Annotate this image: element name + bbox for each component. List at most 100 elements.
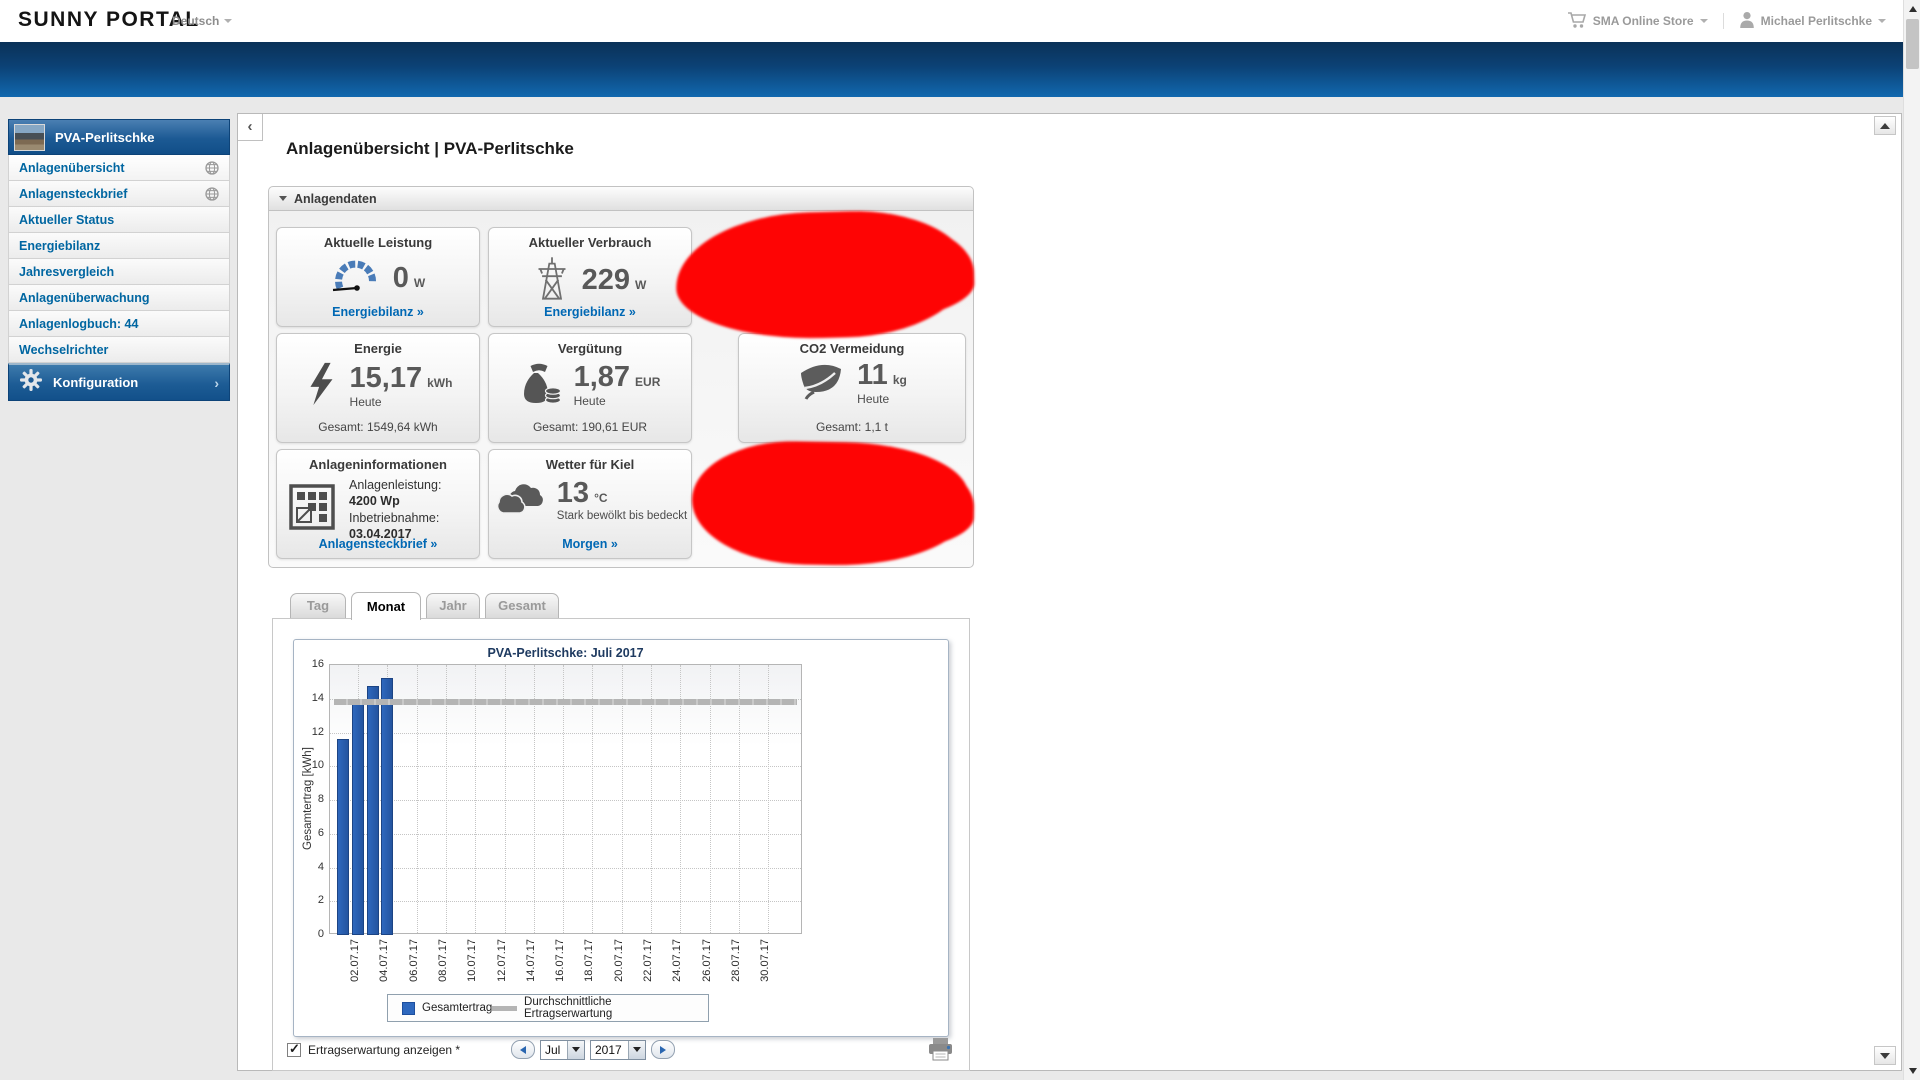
scrollbar-thumb[interactable] — [1906, 19, 1919, 69]
v-gridline — [563, 665, 564, 933]
arrow-down-icon — [1909, 1068, 1917, 1074]
panel-header[interactable]: Anlagendaten — [268, 186, 974, 211]
scrollbar-down-arrow[interactable] — [1904, 1062, 1920, 1080]
page-title: Anlagenübersicht | PVA-Perlitschke — [286, 139, 574, 159]
expectation-line — [334, 699, 797, 705]
tile-value: 229 — [582, 266, 630, 295]
y-tick-label: 4 — [298, 861, 324, 873]
morgen-link[interactable]: Morgen » — [489, 537, 691, 551]
user-icon — [1739, 11, 1755, 31]
sidebar-item-anlagenlogbuch-44[interactable]: Anlagenlogbuch: 44 — [8, 311, 230, 337]
tab-monat[interactable]: Monat — [351, 592, 421, 620]
collapse-sidebar-button[interactable] — [238, 114, 263, 141]
arrow-up-icon — [1909, 6, 1917, 12]
tile-sub: Heute — [857, 392, 889, 406]
tile-title: Vergütung — [489, 341, 691, 356]
tile-unit: EUR — [635, 375, 660, 389]
tab-gesamt[interactable]: Gesamt — [485, 593, 559, 618]
tab-tag[interactable]: Tag — [290, 593, 346, 618]
redaction-blob — [691, 440, 969, 568]
tile-title: Aktueller Verbrauch — [489, 235, 691, 250]
x-tick-label: 08.07.17 — [437, 939, 449, 982]
scrollbar-up-arrow[interactable] — [1904, 0, 1920, 18]
sidebar-item-anlagen-bersicht[interactable]: Anlagenübersicht — [8, 155, 230, 181]
chart-bar — [367, 686, 379, 935]
x-tick-label: 06.07.17 — [408, 939, 420, 982]
dropdown-button — [628, 1041, 645, 1059]
language-label: Deutsch — [172, 14, 219, 28]
store-menu[interactable]: SMA Online Store — [1567, 11, 1708, 32]
month-value: Jul — [541, 1043, 567, 1057]
leaf-icon — [797, 361, 845, 406]
chevron-down-icon — [224, 19, 232, 23]
sidebar-item-anlagen-berwachung[interactable]: Anlagenüberwachung — [8, 285, 230, 311]
tile-title: CO2 Vermeidung — [739, 341, 965, 356]
v-gridline — [505, 665, 506, 933]
chart-plot — [329, 664, 802, 934]
globe-icon — [205, 187, 219, 201]
plant-selector[interactable]: PVA-Perlitschke — [8, 119, 230, 155]
sidebar-item-konfiguration[interactable]: Konfiguration › — [8, 363, 230, 401]
chevron-down-icon — [633, 1047, 641, 1052]
v-gridline — [680, 665, 681, 933]
y-tick-label: 16 — [298, 658, 324, 670]
sidebar-item-anlagensteckbrief[interactable]: Anlagensteckbrief — [8, 181, 230, 207]
next-month-button[interactable] — [651, 1040, 675, 1059]
h-gridline — [330, 800, 801, 801]
tile-value: 1,87 — [574, 363, 630, 392]
tile-title: Wetter für Kiel — [489, 457, 691, 472]
chart-bar — [381, 678, 393, 935]
x-tick-label: 14.07.17 — [525, 939, 537, 982]
period-tabs: TagMonatJahrGesamt — [290, 591, 559, 619]
tab-jahr[interactable]: Jahr — [426, 593, 480, 618]
chart-legend: Gesamtertrag Durchschnittliche Ertragser… — [387, 994, 709, 1022]
tile-current-consumption: Aktueller Verbrauch 229W Energiebilanz » — [488, 227, 692, 327]
energiebilanz-link[interactable]: Energiebilanz » — [277, 305, 479, 319]
power-pylon-icon — [534, 255, 570, 306]
language-selector[interactable]: Deutsch — [172, 14, 232, 28]
print-button[interactable] — [927, 1037, 955, 1063]
y-tick-label: 12 — [298, 726, 324, 738]
content-scroll-down-button[interactable] — [1874, 1046, 1896, 1065]
tile-value: 15,17 — [350, 364, 423, 393]
sidebar-item-label: Anlagenlogbuch: 44 — [19, 317, 138, 331]
chevron-down-icon — [1878, 19, 1886, 23]
v-gridline — [710, 665, 711, 933]
anlagensteckbrief-link[interactable]: Anlagensteckbrief » — [277, 537, 479, 551]
tile-footer: Gesamt: 1549,64 kWh — [277, 420, 479, 434]
legend-gesamtertrag: Gesamtertrag — [402, 1002, 492, 1015]
arrow-up-icon — [1880, 123, 1890, 129]
v-gridline — [475, 665, 476, 933]
show-expectation-checkbox[interactable] — [287, 1043, 301, 1057]
year-select[interactable]: 2017 — [590, 1040, 646, 1060]
content-scroll-up-button[interactable] — [1874, 116, 1896, 135]
printer-icon — [927, 1037, 954, 1062]
plant-info-lines: Anlagenleistung: 4200 Wp Inbetriebnahme:… — [349, 477, 441, 542]
sidebar-item-wechselrichter[interactable]: Wechselrichter — [8, 337, 230, 363]
sidebar: PVA-Perlitschke AnlagenübersichtAnlagens… — [8, 119, 230, 401]
tile-sub: Heute — [350, 395, 382, 409]
legend-label: Gesamtertrag — [422, 1002, 492, 1014]
money-bag-icon — [520, 361, 562, 410]
tile-current-power: Aktuelle Leistung 0W Energiebilanz » — [276, 227, 480, 327]
tile-energy: Energie 15,17kWh Heute Gesamt: 1549,64 k… — [276, 333, 480, 443]
x-tick-label: 22.07.17 — [642, 939, 654, 982]
v-gridline — [768, 665, 769, 933]
month-navigation: Jul 2017 — [511, 1039, 675, 1060]
v-gridline — [651, 665, 652, 933]
month-select[interactable]: Jul — [540, 1040, 585, 1060]
user-menu[interactable]: Michael Perlitschke — [1739, 11, 1886, 31]
solar-panel-icon — [289, 484, 335, 535]
sidebar-item-jahresvergleich[interactable]: Jahresvergleich — [8, 259, 230, 285]
tile-value: 11 — [857, 361, 888, 390]
prev-month-button[interactable] — [511, 1040, 535, 1059]
tile-weather: Wetter für Kiel 13°C Stark bewölkt bis b… — [488, 449, 692, 559]
sidebar-item-energiebilanz[interactable]: Energiebilanz — [8, 233, 230, 259]
sidebar-item-aktueller-status[interactable]: Aktueller Status — [8, 207, 230, 233]
tile-unit: kg — [893, 373, 907, 387]
x-tick-label: 10.07.17 — [466, 939, 478, 982]
tile-title: Energie — [277, 341, 479, 356]
energiebilanz-link[interactable]: Energiebilanz » — [489, 305, 691, 319]
chart-bar — [352, 704, 364, 935]
sidebar-item-label: Wechselrichter — [19, 343, 108, 357]
